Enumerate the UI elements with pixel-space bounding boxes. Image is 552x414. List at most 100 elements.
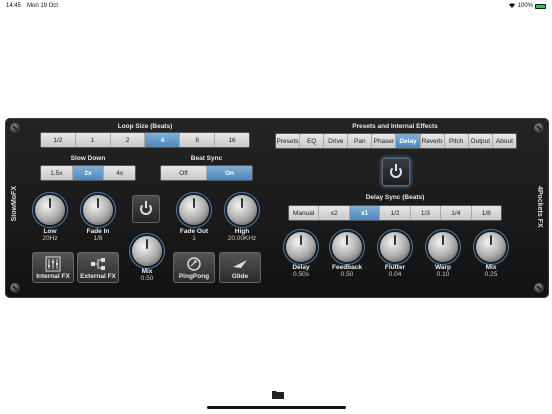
status-time: 14:45 xyxy=(6,3,22,9)
slow-down-option[interactable]: 4x xyxy=(104,166,135,180)
loop-size-option[interactable]: 4 xyxy=(145,133,181,147)
screw-icon xyxy=(10,283,20,293)
fade-in-label: Fade In xyxy=(86,228,110,235)
effects-title: Presets and Internal Effects xyxy=(352,123,438,130)
external-fx-button[interactable]: External FX xyxy=(77,252,119,283)
battery-icon xyxy=(535,3,546,9)
screw-icon xyxy=(10,123,20,133)
effect-tab-option[interactable]: EQ xyxy=(300,134,325,148)
loop-size-option[interactable]: 16 xyxy=(215,133,249,147)
loop-size-option[interactable]: 8 xyxy=(180,133,216,147)
delay-sync-option[interactable]: x1 xyxy=(349,206,381,220)
flutter-knob[interactable] xyxy=(380,232,410,262)
flutter-label: Flutter xyxy=(384,264,406,271)
effect-tab-option[interactable]: Phaser xyxy=(372,134,397,148)
flutter-value: 0.04 xyxy=(388,271,402,278)
delay-sync-option[interactable]: x2 xyxy=(319,206,350,220)
internal-fx-label: Internal FX xyxy=(36,273,70,280)
external-fx-label: External FX xyxy=(80,273,116,280)
brand-left: SlowMoFX xyxy=(11,186,18,222)
fade-out-label: Fade Out xyxy=(179,228,209,235)
warp-value: 0.10 xyxy=(436,271,450,278)
delay-sync-option[interactable]: 1/4 xyxy=(441,206,472,220)
fade-in-value: 1/8 xyxy=(93,235,103,242)
delay-sync-option[interactable]: 1/8 xyxy=(471,206,501,220)
screw-icon xyxy=(534,123,544,133)
slow-down-option[interactable]: 1.5x xyxy=(41,166,73,180)
delay-sync-title: Delay Sync (Beats) xyxy=(365,194,425,201)
delay-sync-selector: Manual x2 x1 1/2 1/3 1/4 1/8 xyxy=(288,205,502,221)
loop-power-button[interactable] xyxy=(132,195,160,223)
brand-right: 4Pockets FX xyxy=(536,186,543,228)
status-right: 100% xyxy=(508,2,546,10)
feedback-knob[interactable] xyxy=(332,232,362,262)
delay-sync-option[interactable]: 1/3 xyxy=(410,206,442,220)
power-icon xyxy=(390,164,402,178)
effect-tab-option[interactable]: Output xyxy=(468,134,493,148)
mix-knob[interactable] xyxy=(132,236,162,266)
glide-label: Glide xyxy=(231,273,249,280)
fade-out-knob[interactable] xyxy=(179,195,209,225)
glide-icon xyxy=(233,260,247,268)
delay-knob[interactable] xyxy=(286,232,316,262)
high-label: High xyxy=(234,228,250,235)
plugin-panel: SlowMoFX 4Pockets FX Loop Size (Beats) 1… xyxy=(5,118,549,298)
effect-tab-option[interactable]: Pan xyxy=(348,134,373,148)
loop-size-option[interactable]: 2 xyxy=(110,133,146,147)
glide-button[interactable]: Glide xyxy=(219,252,261,283)
low-label: Low xyxy=(43,228,57,235)
effect-mix-label: Mix xyxy=(485,264,497,271)
effect-tab-option[interactable]: Pitch xyxy=(444,134,469,148)
high-knob[interactable] xyxy=(227,195,257,225)
power-icon xyxy=(140,201,152,215)
delay-label: Delay xyxy=(292,264,310,271)
delay-sync-option[interactable]: Manual xyxy=(289,206,320,220)
pingpong-label: PingPong xyxy=(178,273,210,280)
beat-sync-option[interactable]: Off xyxy=(161,166,207,180)
sliders-icon xyxy=(45,256,61,272)
screw-icon xyxy=(534,283,544,293)
effect-tab-option[interactable]: Reverb xyxy=(420,134,445,148)
effect-tab-option[interactable]: Drive xyxy=(324,134,349,148)
effect-mix-knob[interactable] xyxy=(476,232,506,262)
slow-down-selector: 1.5x 2x 4x xyxy=(40,165,136,181)
mix-label: Mix xyxy=(141,268,153,275)
loop-size-option[interactable]: 1/2 xyxy=(41,133,76,147)
beat-sync-title: Beat Sync xyxy=(190,155,223,162)
status-bar: 14:45 Mon 19 Oct 100% xyxy=(0,0,552,12)
effect-tab-option[interactable]: Delay xyxy=(396,134,421,148)
battery-percent: 100% xyxy=(517,3,533,9)
routing-icon xyxy=(91,258,105,270)
beat-sync-option[interactable]: On xyxy=(207,166,252,180)
loop-size-option[interactable]: 1 xyxy=(75,133,111,147)
delay-sync-option[interactable]: 1/2 xyxy=(380,206,411,220)
effect-mix-value: 0.25 xyxy=(484,271,498,278)
effect-tab-option[interactable]: Presets xyxy=(276,134,301,148)
feedback-value: 0.50 xyxy=(340,271,354,278)
loop-size-selector: 1/2 1 2 4 8 16 xyxy=(40,132,250,148)
pingpong-button[interactable]: PingPong xyxy=(173,252,215,283)
feedback-label: Feedback xyxy=(332,264,362,271)
low-knob[interactable] xyxy=(35,195,65,225)
status-date: Mon 19 Oct xyxy=(27,3,59,9)
delay-value: 0.50s xyxy=(293,271,309,278)
pingpong-icon xyxy=(187,257,201,271)
effect-power-button[interactable] xyxy=(382,158,410,186)
internal-fx-button[interactable]: Internal FX xyxy=(32,252,74,283)
warp-label: Warp xyxy=(434,264,451,271)
warp-knob[interactable] xyxy=(428,232,458,262)
fade-in-knob[interactable] xyxy=(83,195,113,225)
loop-size-title: Loop Size (Beats) xyxy=(117,123,173,130)
effects-tabs: Presets EQ Drive Pan Phaser Delay Reverb Pitch O… xyxy=(275,133,517,149)
home-indicator[interactable] xyxy=(207,406,346,409)
beat-sync-selector: Off On xyxy=(160,165,253,181)
mix-value: 0.50 xyxy=(140,275,154,282)
slow-down-option[interactable]: 2x xyxy=(72,166,105,180)
folder-icon[interactable] xyxy=(272,390,284,399)
low-value: 20Hz xyxy=(42,235,58,242)
high-value: 20.00KHz xyxy=(227,235,257,242)
slow-down-title: Slow Down xyxy=(70,155,106,162)
fade-out-value: 1 xyxy=(192,235,196,242)
effect-tab-option[interactable]: About xyxy=(492,134,516,148)
wifi-icon xyxy=(508,2,516,10)
